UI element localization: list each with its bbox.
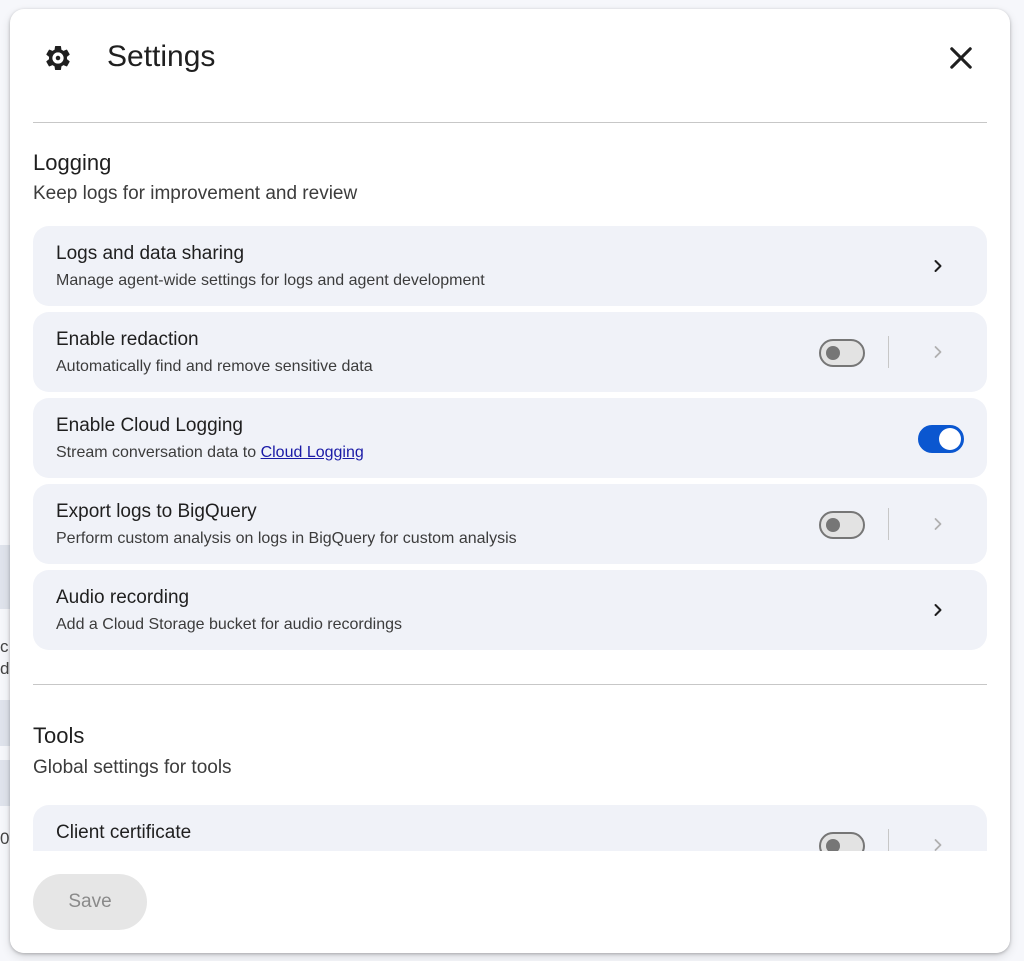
close-button[interactable] [944, 41, 978, 75]
settings-row-logs-and-data-sharing[interactable]: Logs and data sharing Manage agent-wide … [33, 226, 987, 306]
settings-row-audio-recording[interactable]: Audio recording Add a Cloud Storage buck… [33, 570, 987, 650]
dialog-title: Settings [107, 40, 216, 73]
row-separator [888, 508, 889, 540]
header-divider [33, 122, 987, 123]
chevron-right-icon [934, 839, 942, 851]
enable-cloud-logging-toggle[interactable] [918, 425, 964, 453]
row-description: Manage agent-wide settings for logs and … [56, 272, 485, 289]
section-title-logging: Logging [33, 150, 112, 175]
background-text-fragment: 0 [0, 829, 10, 848]
cloud-logging-link[interactable]: Cloud Logging [261, 444, 364, 461]
chevron-right-icon [934, 518, 942, 530]
settings-row-export-logs-to-bigquery: Export logs to BigQuery Perform custom a… [33, 484, 987, 564]
row-description: Perform custom analysis on logs in BigQu… [56, 530, 517, 547]
close-icon [950, 47, 972, 69]
chevron-right-icon[interactable] [926, 598, 950, 622]
section-subtitle-logging: Keep logs for improvement and review [33, 183, 358, 204]
row-label: Client certificate [56, 822, 192, 843]
row-label: Audio recording [56, 587, 190, 608]
toggle-knob [826, 518, 840, 532]
row-description: Add a Cloud Storage bucket for audio rec… [56, 616, 402, 633]
row-description-text: Stream conversation data to [56, 444, 261, 461]
settings-row-client-certificate: Client certificate [33, 805, 987, 851]
chevron-right-icon [934, 346, 942, 358]
section-divider [33, 684, 987, 685]
chevron-right-icon[interactable] [926, 254, 950, 278]
section-title-tools: Tools [33, 723, 85, 748]
export-logs-to-bigquery-toggle[interactable] [819, 511, 865, 539]
background-text-fragment: c [0, 637, 9, 656]
row-separator [888, 336, 889, 368]
dialog-footer: Save [10, 851, 1010, 953]
row-label: Enable redaction [56, 329, 199, 350]
section-subtitle-tools: Global settings for tools [33, 757, 232, 778]
settings-row-enable-redaction: Enable redaction Automatically find and … [33, 312, 987, 392]
settings-row-enable-cloud-logging: Enable Cloud Logging Stream conversation… [33, 398, 987, 478]
row-description: Stream conversation data to Cloud Loggin… [56, 442, 364, 464]
gear-icon [46, 45, 70, 70]
settings-scroll-area[interactable]: Settings Logging Keep logs for improveme… [10, 9, 1010, 851]
toggle-knob [826, 346, 840, 360]
settings-dialog: Settings Logging Keep logs for improveme… [10, 9, 1010, 953]
toggle-knob [826, 839, 840, 851]
background-text-fragment: d [0, 659, 10, 678]
client-certificate-toggle[interactable] [819, 832, 865, 851]
row-label: Export logs to BigQuery [56, 501, 257, 522]
row-label: Logs and data sharing [56, 243, 245, 264]
row-label: Enable Cloud Logging [56, 415, 243, 436]
toggle-knob [939, 428, 961, 450]
save-button[interactable]: Save [33, 874, 147, 930]
enable-redaction-toggle[interactable] [819, 339, 865, 367]
dialog-header: Settings [10, 9, 1010, 105]
row-description: Automatically find and remove sensitive … [56, 358, 373, 375]
row-separator [888, 829, 889, 851]
